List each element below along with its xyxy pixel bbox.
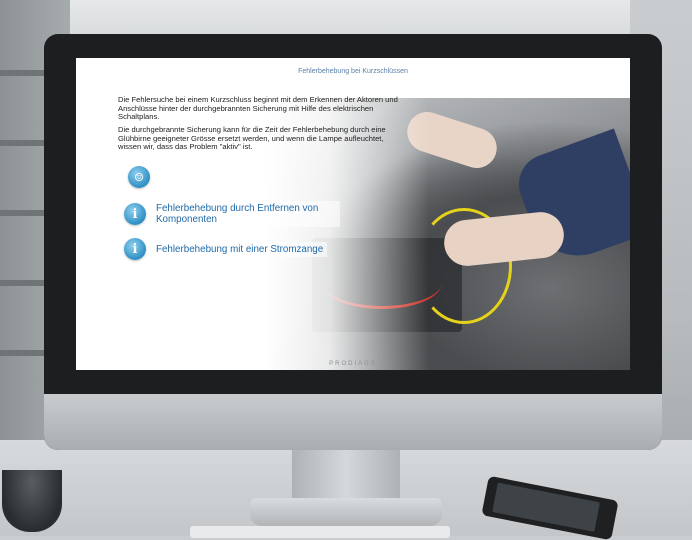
link-current-clamp[interactable]: i Fehlerbehebung mit einer Stromzange: [124, 238, 328, 260]
keyboard: [190, 526, 450, 538]
cup: [2, 470, 62, 532]
info-icon[interactable]: i: [124, 238, 146, 260]
smiley-icon[interactable]: ☺: [128, 166, 150, 188]
link-remove-components[interactable]: i Fehlerbehebung durch Entfernen von Kom…: [124, 201, 340, 227]
monitor-stand-base: [250, 498, 442, 526]
logo: PRODIAGS: [329, 361, 377, 367]
paragraph-1: Die Fehlersuche bei einem Kurzschluss be…: [118, 95, 398, 122]
paragraph-2: Die durchgebrannte Sicherung kann für di…: [118, 125, 386, 152]
screen: Fehlerbehebung bei Kurzschlüssen Die Feh…: [76, 58, 630, 370]
link-label[interactable]: Fehlerbehebung mit einer Stromzange: [152, 241, 328, 257]
info-icon[interactable]: i: [124, 203, 146, 225]
page-title: Fehlerbehebung bei Kurzschlüssen: [298, 68, 408, 75]
link-label[interactable]: Fehlerbehebung durch Entfernen von Kompo…: [152, 201, 340, 227]
monitor-chin: [44, 394, 662, 450]
